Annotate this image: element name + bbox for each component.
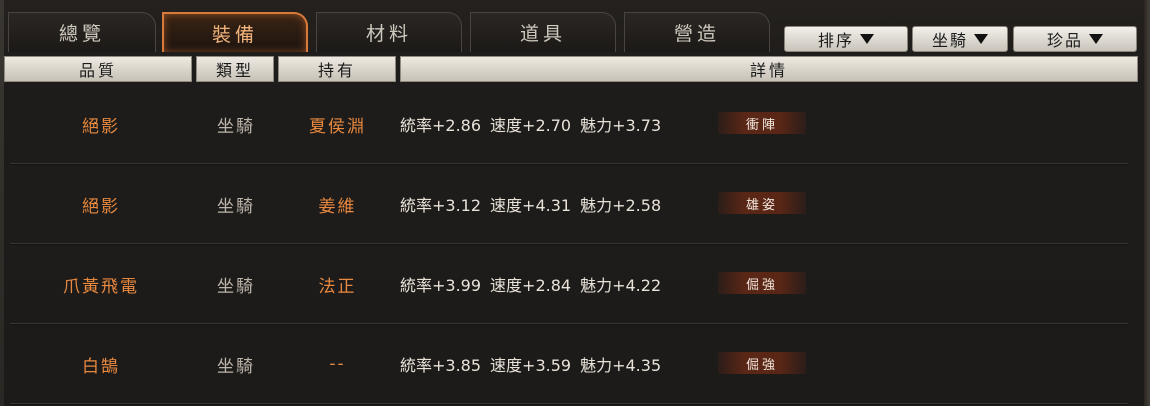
tab-materials-label: 材料 (365, 23, 412, 45)
stat-charm: 魅力+3.73 (580, 116, 662, 135)
item-owner: 姜維 (318, 196, 357, 217)
sort-dropdown[interactable]: 排序 (784, 26, 908, 52)
skill-badge: 衝陣 (718, 112, 806, 134)
stat-command: 統率+3.12 (400, 196, 482, 215)
stat-speed: 速度+4.31 (490, 196, 572, 215)
column-header-detail[interactable]: 詳情 (400, 56, 1138, 82)
column-header-detail-label: 詳情 (749, 61, 788, 80)
item-detail: 統率+2.86 速度+2.70 魅力+3.73 (400, 84, 730, 164)
inventory-panel: 總覽 裝備 材料 道具 營造 排序 坐騎 珍品 品質 類型 持有 詳情 絕影 坐… (0, 0, 1150, 406)
item-owner: 法正 (318, 276, 357, 297)
stat-command: 統率+3.99 (400, 276, 482, 295)
item-detail: 統率+3.85 速度+3.59 魅力+4.35 (400, 324, 730, 404)
mount-filter-dropdown[interactable]: 坐騎 (912, 26, 1008, 52)
item-owner: -- (329, 354, 346, 374)
column-header-type-label: 類型 (215, 61, 254, 80)
item-type: 坐騎 (217, 276, 255, 297)
tab-equipment-label: 裝備 (211, 23, 258, 46)
item-name: 爪黃飛電 (63, 276, 139, 297)
tab-construction[interactable]: 營造 (624, 12, 770, 52)
stat-charm: 魅力+2.58 (580, 196, 662, 215)
rarity-filter-label: 珍品 (1046, 31, 1083, 50)
stat-charm: 魅力+4.35 (580, 356, 662, 375)
column-header-owner[interactable]: 持有 (278, 56, 396, 82)
tab-equipment[interactable]: 裝備 (162, 12, 308, 52)
item-name: 絕影 (82, 196, 120, 217)
stat-command: 統率+3.85 (400, 356, 482, 375)
tab-overview[interactable]: 總覽 (8, 12, 156, 52)
table-row[interactable]: 絕影 坐騎 姜維 統率+3.12 速度+4.31 魅力+2.58 雄姿 (10, 164, 1128, 245)
column-header-quality[interactable]: 品質 (4, 56, 192, 82)
mount-filter-label: 坐騎 (931, 31, 968, 50)
tab-materials[interactable]: 材料 (316, 12, 462, 52)
item-name: 絕影 (82, 116, 120, 137)
skill-badge: 倔強 (718, 272, 806, 294)
column-header-quality-label: 品質 (78, 61, 117, 80)
item-name: 白鵠 (82, 356, 120, 377)
column-header-owner-label: 持有 (317, 61, 356, 80)
stat-charm: 魅力+4.22 (580, 276, 662, 295)
tab-overview-label: 總覽 (58, 23, 105, 45)
triangle-down-icon (974, 34, 988, 44)
tab-construction-label: 營造 (673, 23, 720, 45)
skill-badge: 倔強 (718, 352, 806, 374)
item-type: 坐騎 (217, 196, 255, 217)
item-detail: 統率+3.12 速度+4.31 魅力+2.58 (400, 164, 730, 244)
stat-speed: 速度+2.84 (490, 276, 572, 295)
rarity-filter-dropdown[interactable]: 珍品 (1013, 26, 1137, 52)
item-type: 坐騎 (217, 116, 255, 137)
triangle-down-icon (860, 34, 874, 44)
item-type: 坐騎 (217, 356, 255, 377)
stat-speed: 速度+3.59 (490, 356, 572, 375)
table-row[interactable]: 絕影 坐騎 夏侯淵 統率+2.86 速度+2.70 魅力+3.73 衝陣 (10, 84, 1128, 165)
item-owner: 夏侯淵 (309, 116, 366, 137)
tab-items-label: 道具 (519, 23, 566, 45)
stat-command: 統率+2.86 (400, 116, 482, 135)
table-row[interactable]: 爪黃飛電 坐騎 法正 統率+3.99 速度+2.84 魅力+4.22 倔強 (10, 244, 1128, 325)
tab-items[interactable]: 道具 (470, 12, 616, 52)
item-detail: 統率+3.99 速度+2.84 魅力+4.22 (400, 244, 730, 324)
triangle-down-icon (1089, 34, 1103, 44)
column-header-type[interactable]: 類型 (196, 56, 274, 82)
skill-badge: 雄姿 (718, 192, 806, 214)
table-row[interactable]: 白鵠 坐騎 -- 統率+3.85 速度+3.59 魅力+4.35 倔強 (10, 324, 1128, 405)
stat-speed: 速度+2.70 (490, 116, 572, 135)
sort-dropdown-label: 排序 (817, 31, 854, 50)
